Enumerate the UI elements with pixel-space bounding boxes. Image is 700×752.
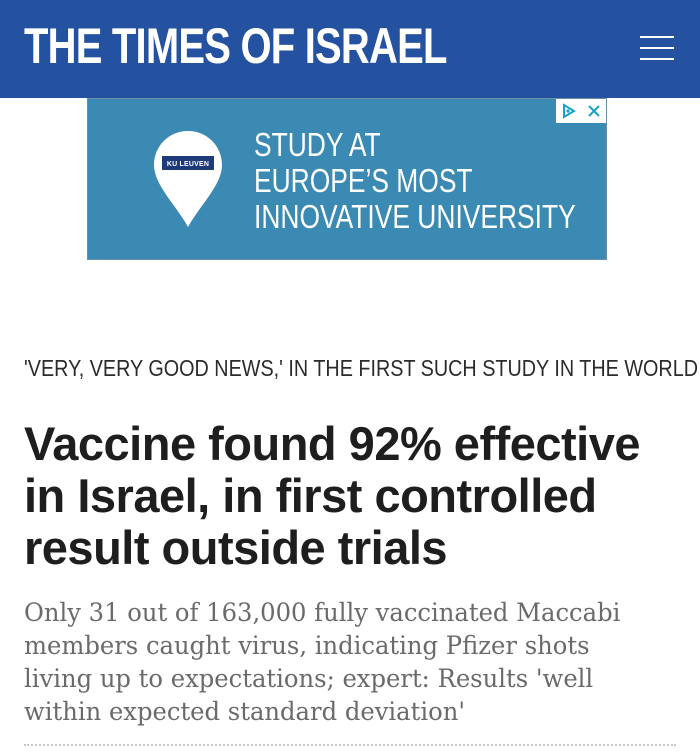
ad-line: EUROPE’S MOST bbox=[254, 162, 473, 199]
menu-bar bbox=[640, 58, 674, 60]
ad-controls bbox=[556, 99, 606, 123]
ad-line: STUDY AT bbox=[254, 126, 381, 163]
article-subhead: Only 31 out of 163,000 fully vaccinated … bbox=[24, 598, 621, 726]
site-header: THE TIMES OF ISRAEL bbox=[0, 0, 700, 98]
hamburger-menu-icon[interactable] bbox=[640, 34, 674, 64]
menu-bar bbox=[640, 47, 674, 49]
divider bbox=[24, 744, 676, 746]
ad-line: INNOVATIVE UNIVERSITY bbox=[254, 198, 576, 235]
menu-bar bbox=[640, 36, 674, 38]
site-logo[interactable]: THE TIMES OF ISRAEL bbox=[24, 14, 447, 78]
close-icon[interactable] bbox=[584, 101, 604, 121]
article-kicker: 'VERY, VERY GOOD NEWS,' IN THE FIRST SUC… bbox=[24, 355, 698, 381]
ad-copy: STUDY AT EUROPE’S MOST INNOVATIVE UNIVER… bbox=[254, 127, 576, 235]
adchoices-icon[interactable] bbox=[559, 101, 579, 121]
ad-brand-badge: KU LEUVEN bbox=[166, 160, 210, 168]
advertisement-banner[interactable]: KU LEUVEN STUDY AT EUROPE’S MOST INNOVAT… bbox=[87, 98, 607, 260]
location-pin-icon bbox=[154, 131, 222, 227]
article-headline[interactable]: Vaccine found 92% effective in Israel, i… bbox=[24, 418, 684, 574]
